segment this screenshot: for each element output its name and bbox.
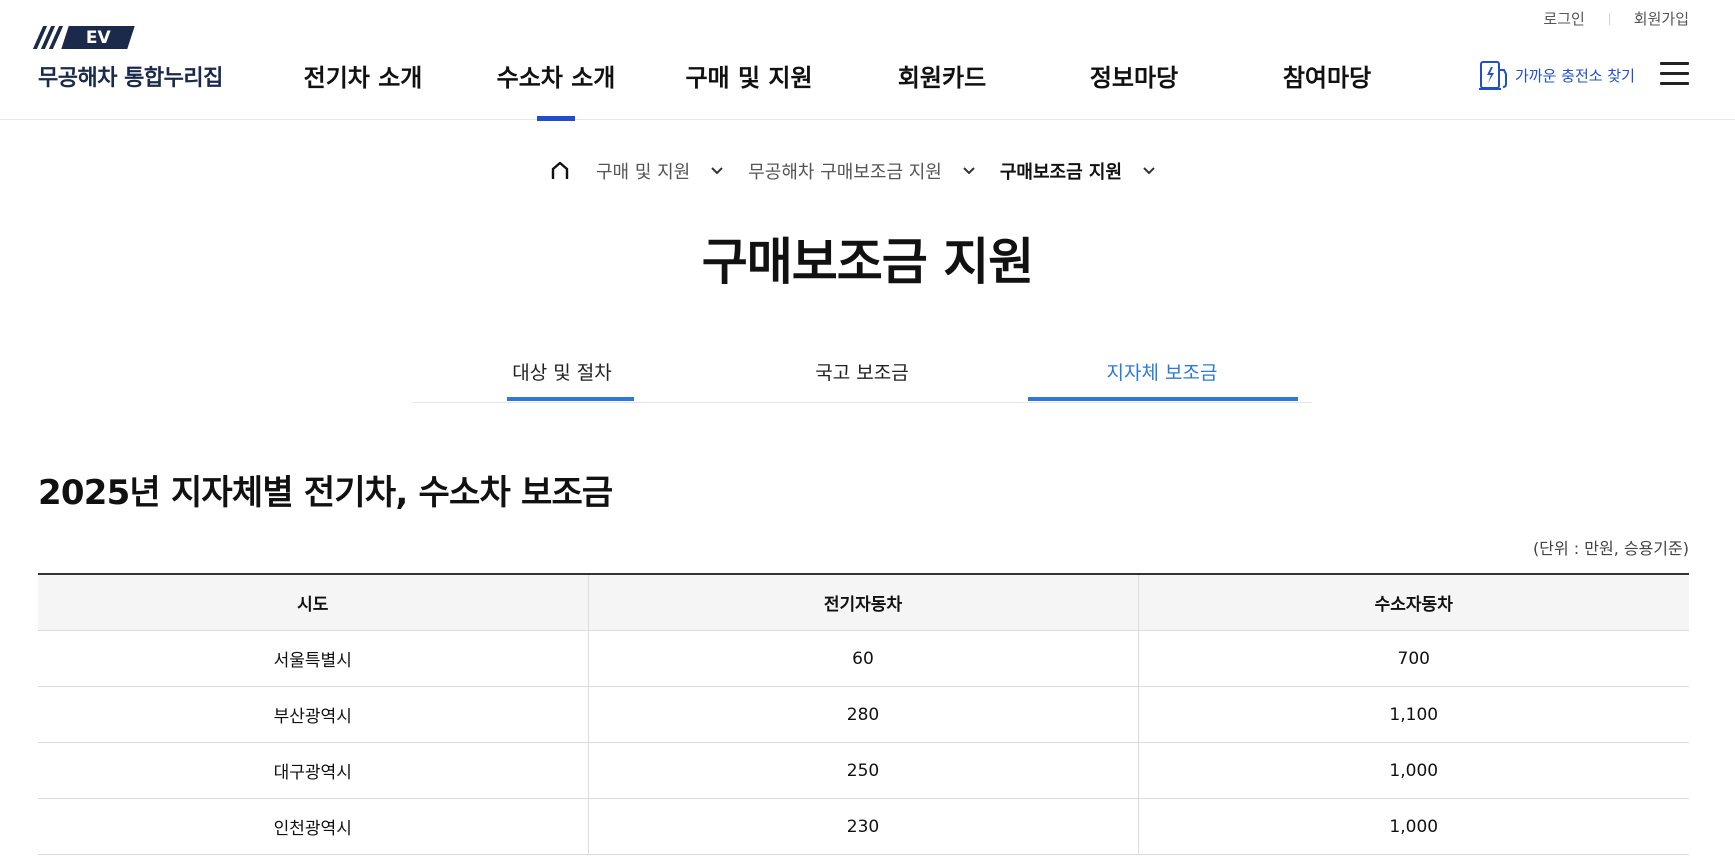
- breadcrumb-label: 구매 및 지원: [596, 162, 691, 183]
- table-cell: 250: [588, 742, 1139, 799]
- nav-item-member-card[interactable]: 회원카드: [898, 58, 986, 93]
- table-cell: 부산광역시: [38, 686, 589, 743]
- tab-underline: [507, 397, 634, 401]
- table-cell: 인천광역시: [38, 798, 589, 855]
- page-title: 구매보조금 지원: [701, 233, 1034, 291]
- breadcrumb-label: 무공해차 구매보조금 지원: [748, 162, 942, 183]
- section-title: 2025년 지자체별 전기차, 수소차 보조금: [38, 473, 613, 513]
- table-cell: 1,000: [1138, 798, 1689, 855]
- home-icon[interactable]: [550, 161, 570, 181]
- table-row: 인천광역시 230 1,000: [38, 798, 1689, 855]
- logo-mark: EV: [32, 24, 223, 50]
- chevron-down-icon: [1143, 167, 1155, 175]
- chevron-down-icon: [963, 167, 975, 175]
- table-row: 대구광역시 250 1,000: [38, 742, 1689, 799]
- site-logo[interactable]: EV 무공해차 통합누리집: [32, 24, 223, 92]
- column-header: 수소자동차: [1138, 573, 1689, 631]
- site-header: EV 무공해차 통합누리집 전기차 소개 수소차 소개 구매 및 지원 회원카드…: [0, 0, 1735, 121]
- nav-item-participation[interactable]: 참여마당: [1283, 58, 1371, 93]
- column-header: 시도: [38, 573, 589, 631]
- column-header: 전기자동차: [588, 573, 1139, 631]
- tab-active-underline: [1028, 397, 1298, 401]
- table-header-row: 시도 전기자동차 수소자동차: [38, 573, 1689, 631]
- find-charger-label: 가까운 충전소 찾기: [1515, 66, 1635, 85]
- nav-item-purchase-support[interactable]: 구매 및 지원: [685, 58, 812, 93]
- breadcrumb-label: 구매보조금 지원: [999, 162, 1123, 183]
- find-charger-link[interactable]: 가까운 충전소 찾기: [1477, 58, 1635, 92]
- table-cell: 대구광역시: [38, 742, 589, 799]
- table-cell: 1,000: [1138, 742, 1689, 799]
- logo-slashes-icon: [32, 25, 64, 49]
- site-name: 무공해차 통합누리집: [38, 66, 223, 91]
- unit-note: (단위 : 만원, 승용기준): [1533, 539, 1689, 558]
- chevron-down-icon: [711, 167, 723, 175]
- tab-bar: 대상 및 절차 국고 보조금 지자체 보조금: [412, 352, 1312, 403]
- breadcrumb-item[interactable]: 구매 및 지원: [596, 158, 724, 184]
- table-cell: 1,100: [1138, 686, 1689, 743]
- tab-target-procedure[interactable]: 대상 및 절차: [512, 358, 611, 385]
- table-cell: 230: [588, 798, 1139, 855]
- table-cell: 700: [1138, 630, 1689, 687]
- table-row: 서울특별시 60 700: [38, 630, 1689, 687]
- table-cell: 60: [588, 630, 1139, 687]
- charger-icon: [1479, 61, 1507, 90]
- nav-item-hydrogen-intro[interactable]: 수소차 소개: [497, 58, 616, 93]
- menu-icon[interactable]: [1660, 62, 1689, 92]
- breadcrumb: 구매 및 지원 무공해차 구매보조금 지원 구매보조금 지원: [550, 158, 1180, 184]
- tab-national-subsidy[interactable]: 국고 보조금: [815, 358, 908, 385]
- nav-active-indicator: [537, 116, 575, 121]
- logo-ev-badge: EV: [61, 25, 135, 49]
- table-row: 부산광역시 280 1,100: [38, 686, 1689, 743]
- table-cell: 서울특별시: [38, 630, 589, 687]
- breadcrumb-item-current[interactable]: 구매보조금 지원: [1000, 158, 1156, 184]
- subsidy-table: 시도 전기자동차 수소자동차 서울특별시 60 700 부산광역시 280 1,…: [38, 573, 1689, 855]
- nav-item-ev-intro[interactable]: 전기차 소개: [304, 58, 423, 93]
- nav-item-info[interactable]: 정보마당: [1090, 58, 1178, 93]
- tab-local-subsidy[interactable]: 지자체 보조금: [1107, 358, 1218, 385]
- breadcrumb-item[interactable]: 무공해차 구매보조금 지원: [748, 158, 976, 184]
- table-cell: 280: [588, 686, 1139, 743]
